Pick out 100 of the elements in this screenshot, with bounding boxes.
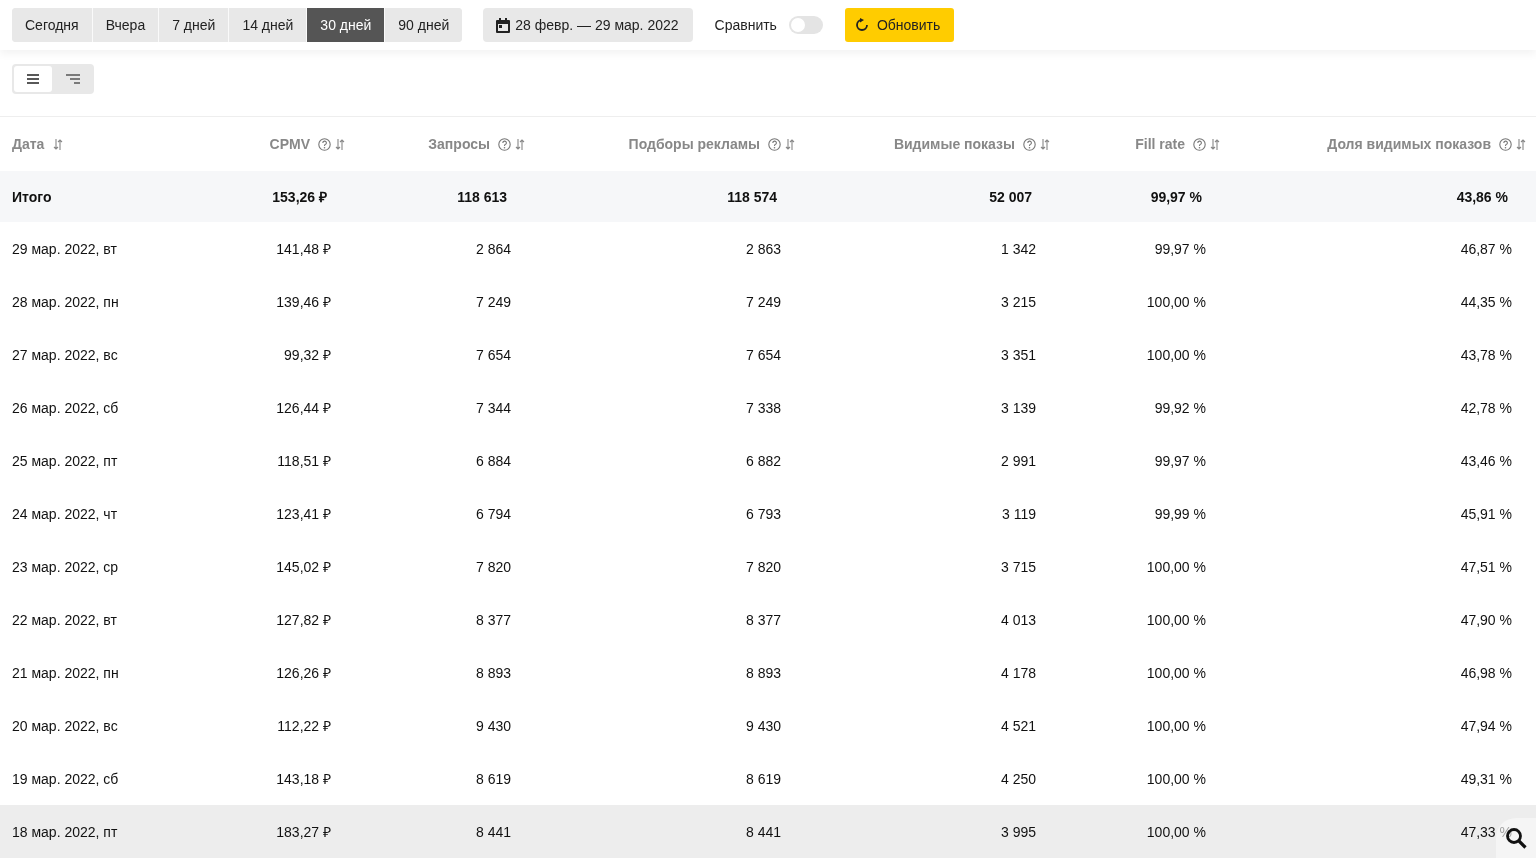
table-row[interactable]: 27 мар. 2022, вс 99,32 ₽ 7 654 7 654 3 351 100,00 % 43,78 % bbox=[0, 328, 1536, 381]
table-row[interactable]: 25 мар. 2022, пт 118,51 ₽ 6 884 6 882 2 991 99,97 % 43,46 % bbox=[0, 434, 1536, 487]
table-cell: 8 441 bbox=[475, 823, 511, 840]
date-range-button[interactable]: 28 февр. — 29 мар. 2022 bbox=[483, 8, 693, 42]
total-cell: 118 574 bbox=[727, 188, 777, 205]
table-cell: 45,91 % bbox=[1460, 505, 1512, 522]
sort-icon[interactable] bbox=[53, 138, 64, 150]
table-cell: 99,99 % bbox=[1154, 505, 1206, 522]
table-cell: 99,32 ₽ bbox=[284, 347, 331, 363]
help-icon[interactable] bbox=[1023, 137, 1036, 151]
table-cell: 141,48 ₽ bbox=[276, 241, 331, 257]
table-cell: 7 249 bbox=[475, 293, 511, 310]
table-cell: 27 мар. 2022, вс bbox=[12, 346, 118, 363]
table-cell: 8 377 bbox=[745, 611, 781, 628]
column-header: CPMV bbox=[269, 136, 310, 152]
table-cell: 20 мар. 2022, вс bbox=[12, 717, 118, 734]
compare-switch[interactable] bbox=[788, 16, 823, 34]
table-row[interactable]: 20 мар. 2022, вс 112,22 ₽ 9 430 9 430 4 521 100,00 % 47,94 % bbox=[0, 699, 1536, 752]
table-cell: 19 мар. 2022, сб bbox=[12, 770, 119, 787]
sort-icon[interactable] bbox=[785, 138, 795, 150]
sort-icon[interactable] bbox=[335, 138, 345, 150]
table-cell: 100,00 % bbox=[1146, 823, 1206, 840]
table-cell: 44,35 % bbox=[1460, 293, 1512, 310]
table-row[interactable]: 19 мар. 2022, сб 143,18 ₽ 8 619 8 619 4 250 100,00 % 49,31 % bbox=[0, 752, 1536, 805]
table-cell: 4 521 bbox=[1000, 717, 1036, 734]
sort-icon[interactable] bbox=[1210, 138, 1220, 150]
list-view-button[interactable] bbox=[14, 66, 52, 92]
table-row[interactable]: 29 мар. 2022, вт 141,48 ₽ 2 864 2 863 1 342 99,97 % 46,87 % bbox=[0, 222, 1536, 275]
calendar-icon bbox=[496, 17, 511, 33]
column-header: Запросы bbox=[428, 136, 490, 152]
table-cell: 8 441 bbox=[745, 823, 781, 840]
table-cell: 24 мар. 2022, чт bbox=[12, 505, 118, 522]
table-cell: 9 430 bbox=[745, 717, 781, 734]
table-cell: 47,90 % bbox=[1460, 611, 1512, 628]
total-cell: 153,26 ₽ bbox=[272, 189, 327, 205]
table-cell: 7 344 bbox=[475, 399, 511, 416]
table-cell: 123,41 ₽ bbox=[276, 506, 331, 522]
help-icon[interactable] bbox=[1193, 137, 1206, 151]
table-cell: 43,78 % bbox=[1460, 346, 1512, 363]
table-cell: 9 430 bbox=[475, 717, 511, 734]
table-cell: 49,31 % bbox=[1460, 770, 1512, 787]
table-cell: 126,26 ₽ bbox=[276, 665, 331, 681]
table-row[interactable]: 24 мар. 2022, чт 123,41 ₽ 6 794 6 793 3 119 99,99 % 45,91 % bbox=[0, 487, 1536, 540]
table-cell: 127,82 ₽ bbox=[276, 612, 331, 628]
column-header: Доля видимых показов bbox=[1327, 136, 1491, 152]
sort-icon[interactable] bbox=[1040, 138, 1050, 150]
table-row[interactable]: 21 мар. 2022, пн 126,26 ₽ 8 893 8 893 4 178 100,00 % 46,98 % bbox=[0, 646, 1536, 699]
period-tab[interactable]: Сегодня bbox=[12, 8, 93, 42]
table-cell: 7 820 bbox=[475, 558, 511, 575]
table-cell: 2 863 bbox=[745, 240, 781, 257]
table-cell: 29 мар. 2022, вт bbox=[12, 240, 117, 257]
tree-icon bbox=[66, 74, 80, 84]
table-cell: 126,44 ₽ bbox=[276, 400, 331, 416]
refresh-button[interactable]: Обновить bbox=[844, 8, 955, 42]
table-cell: 4 250 bbox=[1000, 770, 1036, 787]
sort-icon[interactable] bbox=[515, 138, 525, 150]
table-cell: 143,18 ₽ bbox=[276, 771, 331, 787]
table-cell: 99,97 % bbox=[1154, 452, 1206, 469]
table-cell: 8 619 bbox=[745, 770, 781, 787]
table-row[interactable]: 22 мар. 2022, вт 127,82 ₽ 8 377 8 377 4 013 100,00 % 47,90 % bbox=[0, 593, 1536, 646]
help-icon[interactable] bbox=[498, 137, 511, 151]
column-header: Подборы рекламы bbox=[628, 136, 760, 152]
table-cell: 2 864 bbox=[475, 240, 511, 257]
table-cell: 3 715 bbox=[1000, 558, 1036, 575]
table-cell: 25 мар. 2022, пт bbox=[12, 452, 118, 469]
table-cell: 6 882 bbox=[745, 452, 781, 469]
table-cell: 139,46 ₽ bbox=[276, 294, 331, 310]
help-icon[interactable] bbox=[768, 137, 781, 151]
table-cell: 47,94 % bbox=[1460, 717, 1512, 734]
table-cell: 47,51 % bbox=[1460, 558, 1512, 575]
help-icon[interactable] bbox=[318, 137, 331, 151]
table-cell: 100,00 % bbox=[1146, 346, 1206, 363]
table-cell: 7 654 bbox=[475, 346, 511, 363]
table-cell: 43,46 % bbox=[1460, 452, 1512, 469]
table-cell: 21 мар. 2022, пн bbox=[12, 664, 119, 681]
compare-label: Сравнить bbox=[714, 17, 777, 33]
table-cell: 100,00 % bbox=[1146, 611, 1206, 628]
sort-icon[interactable] bbox=[1516, 138, 1526, 150]
period-tab[interactable]: 30 дней bbox=[307, 8, 386, 42]
column-header: Дата bbox=[12, 136, 45, 152]
total-cell: 43,86 % bbox=[1456, 188, 1508, 205]
table-row[interactable]: 23 мар. 2022, ср 145,02 ₽ 7 820 7 820 3 715 100,00 % 47,51 % bbox=[0, 540, 1536, 593]
table-cell: 46,98 % bbox=[1460, 664, 1512, 681]
table-cell: 100,00 % bbox=[1146, 664, 1206, 681]
list-icon bbox=[27, 74, 39, 84]
table-cell: 46,87 % bbox=[1460, 240, 1512, 257]
table-cell: 6 884 bbox=[475, 452, 511, 469]
total-cell: Итого bbox=[12, 188, 52, 205]
table-row[interactable]: 26 мар. 2022, сб 126,44 ₽ 7 344 7 338 3 139 99,92 % 42,78 % bbox=[0, 381, 1536, 434]
total-cell: 52 007 bbox=[989, 188, 1032, 205]
total-cell: 118 613 bbox=[457, 188, 507, 205]
search-button[interactable] bbox=[1496, 818, 1536, 858]
table-cell: 3 119 bbox=[1002, 505, 1036, 522]
table-cell: 7 654 bbox=[745, 346, 781, 363]
table-cell: 8 377 bbox=[475, 611, 511, 628]
table-cell: 8 619 bbox=[475, 770, 511, 787]
help-icon[interactable] bbox=[1499, 137, 1512, 151]
refresh-icon bbox=[854, 18, 869, 32]
table-cell: 145,02 ₽ bbox=[276, 559, 331, 575]
table-row[interactable]: 28 мар. 2022, пн 139,46 ₽ 7 249 7 249 3 215 100,00 % 44,35 % bbox=[0, 275, 1536, 328]
